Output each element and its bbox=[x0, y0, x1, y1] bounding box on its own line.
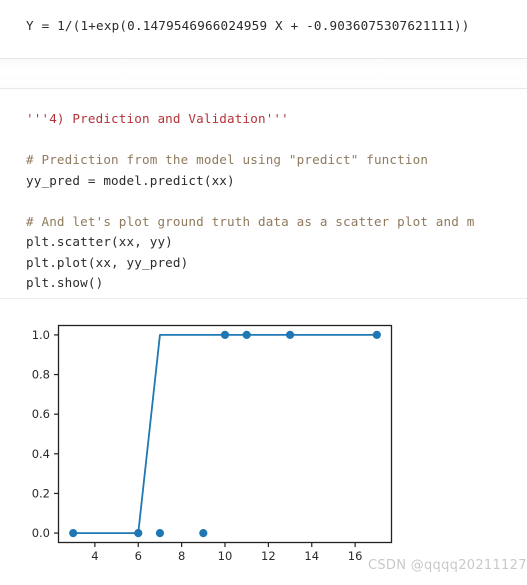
output-text: Y = 1/(1+exp(0.1479546966024959 X + -0.9… bbox=[26, 18, 470, 33]
code-line: '''4) Prediction and Validation''' bbox=[26, 111, 289, 126]
x-tick-label: 10 bbox=[218, 549, 233, 563]
csdn-watermark: CSDN @qqqq20211127 bbox=[368, 558, 527, 573]
y-tick-label: 1.0 bbox=[32, 328, 50, 342]
y-tick-label: 0.2 bbox=[32, 486, 50, 500]
plot-background bbox=[58, 325, 392, 543]
scatter-point bbox=[199, 528, 208, 538]
separator-line-top bbox=[0, 58, 527, 59]
y-tick-label: 0.6 bbox=[32, 407, 50, 421]
x-tick-label: 12 bbox=[261, 549, 276, 563]
code-line: yy_pred = model.predict(xx) bbox=[26, 172, 235, 188]
code-cell-bottom-border bbox=[0, 298, 527, 299]
scatter-point bbox=[155, 528, 165, 538]
y-tick-label: 0.0 bbox=[32, 526, 50, 540]
x-tick-label: 16 bbox=[348, 549, 363, 563]
x-tick-label: 4 bbox=[91, 549, 98, 563]
y-tick-label: 0.8 bbox=[32, 368, 50, 382]
x-tick-label: 6 bbox=[135, 549, 142, 563]
y-tick-label: 0.4 bbox=[32, 447, 50, 461]
output-cell: Y = 1/(1+exp(0.1479546966024959 X + -0.9… bbox=[0, 0, 527, 58]
x-tick-label: 14 bbox=[304, 549, 319, 563]
code-line: # And let's plot ground truth data as a … bbox=[26, 213, 475, 229]
code-source[interactable]: '''4) Prediction and Validation''' # Pre… bbox=[26, 109, 474, 294]
code-line: plt.plot(xx, yy_pred) bbox=[26, 254, 189, 270]
code-line: # Prediction from the model using "predi… bbox=[26, 152, 429, 167]
matplotlib-figure: 0.0 0.2 0.4 0.6 0.8 1.0 4 6 8 10 12 14 16 bbox=[0, 300, 527, 585]
cell-separator-strip bbox=[0, 58, 527, 89]
code-cell[interactable]: '''4) Prediction and Validation''' # Pre… bbox=[0, 89, 527, 299]
chart-canvas: 0.0 0.2 0.4 0.6 0.8 1.0 4 6 8 10 12 14 16 bbox=[32, 324, 393, 563]
code-line: plt.scatter(xx, yy) bbox=[26, 234, 173, 249]
x-tick-label: 8 bbox=[178, 549, 185, 563]
code-line: plt.show() bbox=[26, 275, 104, 290]
